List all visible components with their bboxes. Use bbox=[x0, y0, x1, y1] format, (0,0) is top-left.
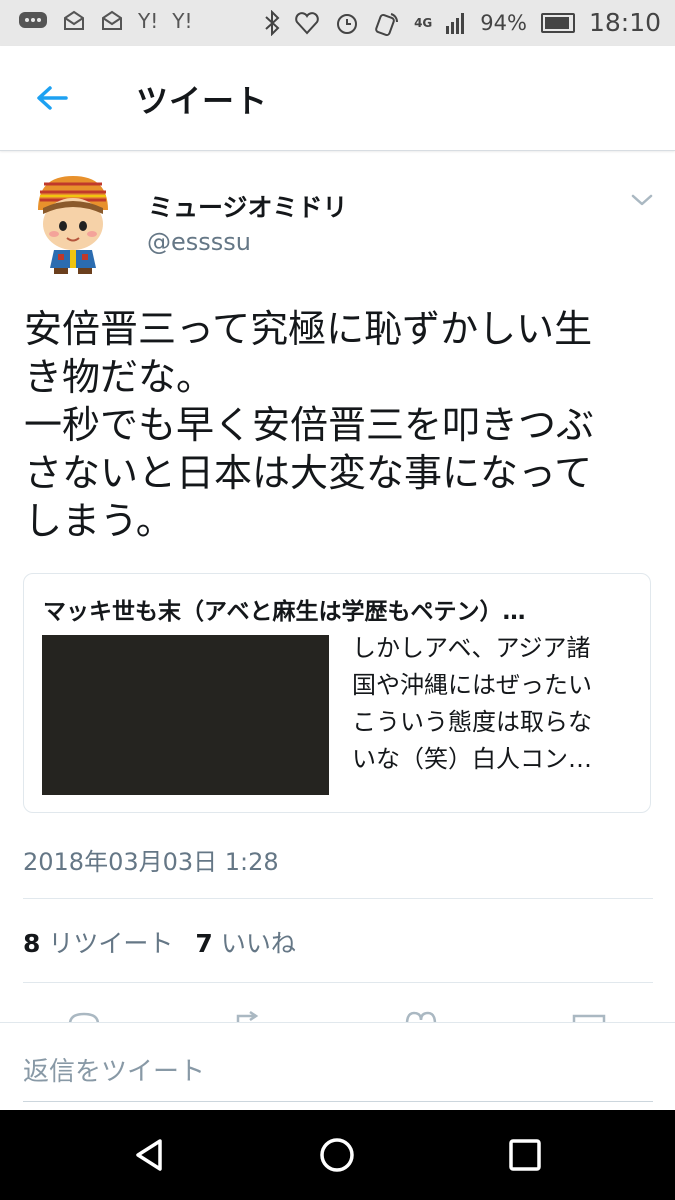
bluetooth-icon bbox=[265, 9, 280, 36]
network-type: 4G bbox=[414, 15, 433, 30]
avatar[interactable] bbox=[30, 170, 116, 274]
card-desc-line: 国や沖縄にはぜったい bbox=[352, 671, 592, 699]
signal-icon bbox=[446, 12, 465, 34]
battery-percent: 94% bbox=[480, 10, 527, 35]
card-title: マッキ世も末（アベと麻生は学歴もペテン）… bbox=[43, 599, 526, 625]
retweets-stat[interactable]: 8 リツイート bbox=[23, 924, 173, 960]
link-card[interactable]: マッキ世も末（アベと麻生は学歴もペテン）… しかしアベ、アジア諸 国や沖縄にはぜ… bbox=[23, 573, 651, 813]
reply-bar: 返信をツイート bbox=[0, 1022, 675, 1111]
notification-icons: Y! Y! bbox=[18, 9, 192, 33]
app-header: ツイート bbox=[0, 46, 675, 151]
card-desc-line: しかしアベ、アジア諸 bbox=[352, 634, 591, 662]
android-nav-bar bbox=[0, 1110, 675, 1200]
retweets-label: リツイート bbox=[48, 929, 174, 958]
status-time: 18:10 bbox=[588, 8, 661, 37]
divider bbox=[23, 982, 653, 983]
status-bar: Y! Y! 4G 94% 18:10 bbox=[0, 0, 675, 46]
likes-count: 7 bbox=[195, 929, 213, 958]
mail-icon bbox=[64, 10, 84, 30]
action-bar bbox=[0, 1004, 675, 1024]
mail-icon bbox=[102, 10, 122, 30]
battery-icon bbox=[540, 12, 575, 33]
card-desc-line: こういう態度は取らな bbox=[352, 708, 592, 736]
reply-underline bbox=[23, 1101, 653, 1102]
tweet-stats: 8 リツイート 7 いいね bbox=[23, 924, 318, 960]
alarm-icon bbox=[337, 13, 358, 34]
nav-back-icon[interactable] bbox=[130, 1135, 170, 1175]
message-icon bbox=[19, 12, 47, 28]
display-name[interactable]: ミュージオミドリ bbox=[148, 188, 348, 224]
divider bbox=[23, 898, 653, 899]
system-icons: 4G 94% 18:10 bbox=[264, 8, 661, 37]
yahoo-icon: Y! bbox=[172, 9, 193, 33]
nav-home-icon[interactable] bbox=[317, 1135, 357, 1175]
heart-shield-icon bbox=[295, 11, 319, 34]
tweet-text: 安倍晋三って究極に恥ずかしい生 き物だな。 一秒でも早く安倍晋三を叩きつぶ さな… bbox=[24, 307, 595, 543]
likes-stat[interactable]: 7 いいね bbox=[195, 924, 295, 960]
back-arrow-icon[interactable] bbox=[30, 76, 74, 120]
nav-recents-icon[interactable] bbox=[505, 1135, 545, 1175]
reply-input[interactable]: 返信をツイート bbox=[23, 1051, 205, 1088]
likes-label: いいね bbox=[220, 929, 296, 958]
nfc-icon bbox=[375, 12, 399, 36]
tweet-timestamp: 2018年03月03日 1:28 bbox=[23, 848, 279, 876]
chevron-down-icon[interactable] bbox=[630, 192, 654, 208]
card-desc-line: いな（笑）白人コン… bbox=[352, 745, 592, 773]
page-title: ツイート bbox=[136, 82, 269, 120]
card-image bbox=[42, 635, 329, 795]
yahoo-icon: Y! bbox=[138, 9, 159, 33]
card-description: しかしアベ、アジア諸 国や沖縄にはぜったい こういう態度は取らな いな（笑）白人… bbox=[352, 630, 634, 778]
retweets-count: 8 bbox=[23, 929, 41, 958]
user-handle[interactable]: @essssu bbox=[147, 228, 251, 256]
